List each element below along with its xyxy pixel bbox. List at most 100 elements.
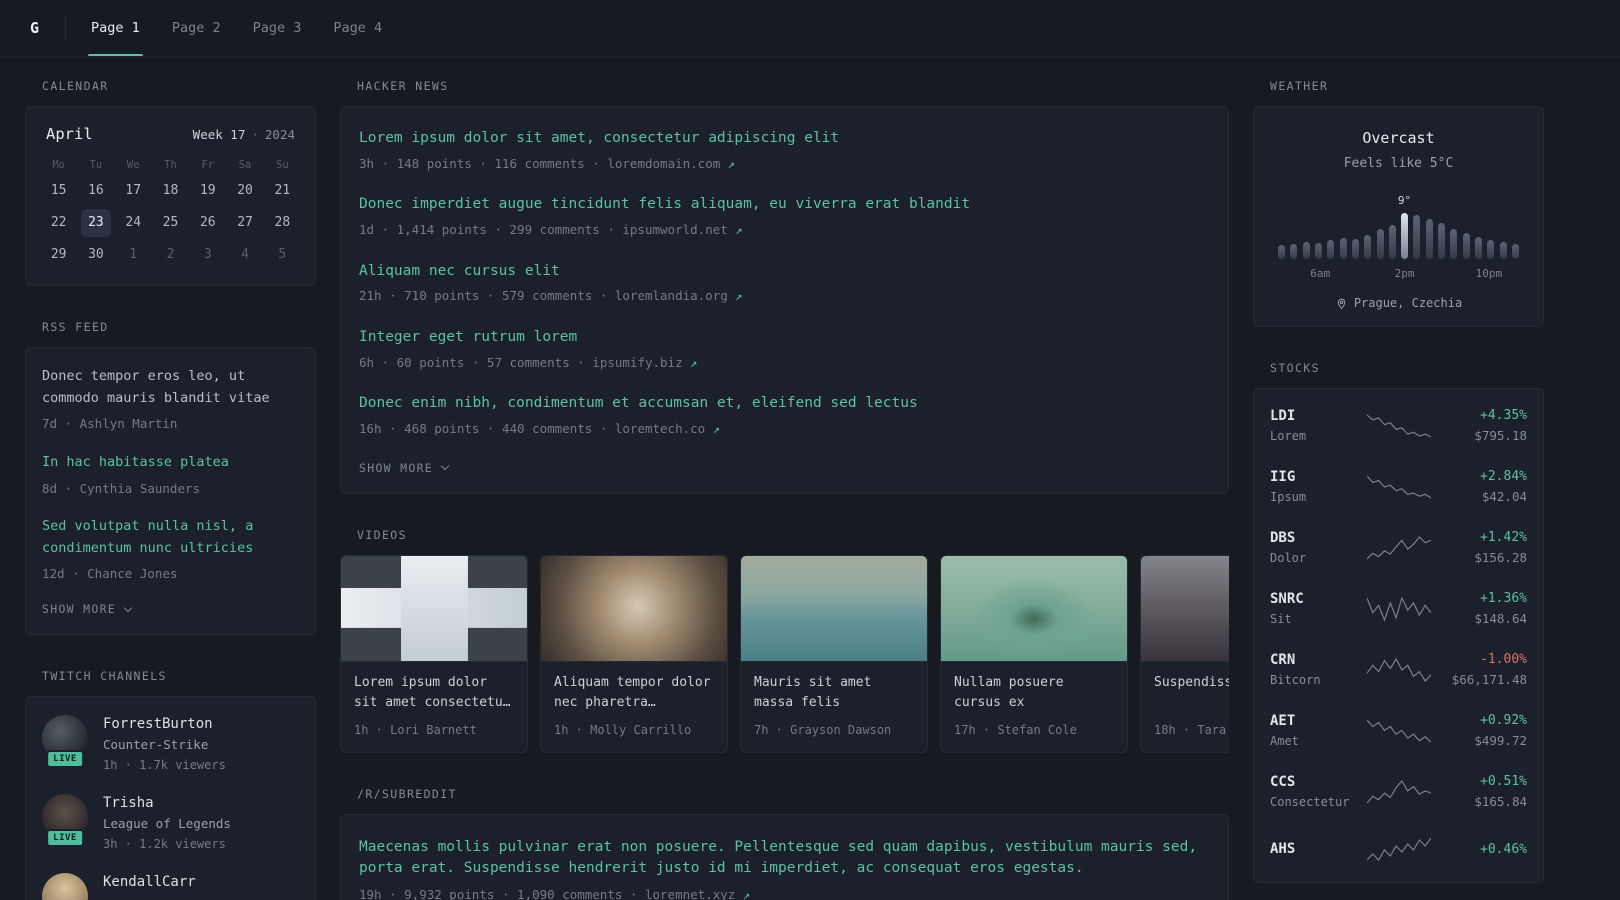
hn-item-title[interactable]: Donec imperdiet augue tincidunt felis al… <box>359 195 1210 215</box>
dashboard: CALENDAR April Week 17 · 2024 Mo Tu We Th Fr Sa… <box>0 57 1620 900</box>
weather-bar <box>1376 229 1384 259</box>
stock-row[interactable]: CCS Consectetur +0.51% $165.84 <box>1270 761 1527 822</box>
twitch-channel[interactable]: LIVE ForrestBurton Counter-Strike 1h · 1.7k… <box>42 715 299 774</box>
video-title[interactable]: Lorem ipsum dolor sit amet consectetu… <box>354 673 514 715</box>
calendar-day[interactable]: 18 <box>155 177 185 205</box>
rss-item-title[interactable]: In hac habitasse platea <box>42 452 299 474</box>
video-title[interactable]: Suspendisse diam <box>1154 673 1229 715</box>
weather-bar <box>1278 245 1285 259</box>
stock-sparkline-chart <box>1366 837 1431 861</box>
stock-identity: SNRC Sit <box>1270 591 1362 626</box>
calendar-day[interactable]: 17 <box>118 177 148 205</box>
nav-tab-2[interactable]: Page 2 <box>169 0 224 56</box>
stock-symbol: LDI <box>1270 408 1296 424</box>
calendar-day[interactable]: 15 <box>44 177 74 205</box>
item-domain-link[interactable]: loremlandia.org <box>615 288 728 303</box>
calendar-day[interactable]: 30 <box>81 241 111 269</box>
twitch-channel[interactable]: LIVE Trisha League of Legends 3h · 1.2k vie… <box>42 794 299 853</box>
hn-item-title[interactable]: Lorem ipsum dolor sit amet, consectetur … <box>359 129 1210 149</box>
video-card[interactable]: Mauris sit amet massa felis 7h · Grayson … <box>740 554 928 753</box>
chevron-down-icon <box>440 461 450 471</box>
stock-row[interactable]: DBS Dolor +1.42% $156.28 <box>1270 517 1527 578</box>
calendar-day[interactable]: 20 <box>230 177 260 205</box>
stock-price: $42.04 <box>1481 489 1527 504</box>
stock-row[interactable]: LDI Lorem +4.35% $795.18 <box>1270 395 1527 456</box>
hn-item-title[interactable]: Aliquam nec cursus elit <box>359 262 1210 282</box>
stock-change: +0.92% <box>1480 713 1527 728</box>
stock-symbol: AHS <box>1270 841 1296 857</box>
calendar-day[interactable]: 1 <box>118 241 148 269</box>
stock-row[interactable]: AET Amet +0.92% $499.72 <box>1270 700 1527 761</box>
video-title[interactable]: Mauris sit amet massa felis <box>754 673 914 715</box>
stock-row[interactable]: AHS +0.46% <box>1270 822 1527 876</box>
calendar-day[interactable]: 3 <box>193 241 223 269</box>
hackernews-show-more-button[interactable]: SHOW MORE <box>359 461 1210 475</box>
stocks-widget: STOCKS LDI Lorem +4.35% $795.18 IIG Ipsum +2.8… <box>1253 361 1544 883</box>
rss-item-title[interactable]: Donec tempor eros leo, ut commodo mauris… <box>42 366 299 409</box>
calendar-day[interactable]: 29 <box>44 241 74 269</box>
hn-item-title[interactable]: Donec enim nibh, condimentum et accumsan… <box>359 394 1210 414</box>
item-domain-link[interactable]: loremdomain.com <box>607 156 720 171</box>
calendar-day[interactable]: 23 <box>80 209 111 237</box>
location-pin-icon <box>1337 298 1346 309</box>
external-link-icon: ↗ <box>735 222 743 237</box>
weather-bar <box>1290 244 1298 259</box>
calendar-day[interactable]: 19 <box>193 177 223 205</box>
stock-row[interactable]: SNRC Sit +1.36% $148.64 <box>1270 578 1527 639</box>
nav-tab-1[interactable]: Page 1 <box>88 0 143 56</box>
weather-bar <box>1462 233 1470 259</box>
calendar-day[interactable]: 5 <box>267 241 297 269</box>
stock-name: Ipsum <box>1270 490 1307 504</box>
video-card[interactable]: Lorem ipsum dolor sit amet consectetu… 1h… <box>340 554 528 753</box>
nav-tab-4[interactable]: Page 4 <box>330 0 385 56</box>
calendar-day[interactable]: 22 <box>44 209 74 237</box>
stock-row[interactable]: CRN Bitcorn -1.00% $66,171.48 <box>1270 639 1527 700</box>
twitch-channel-name[interactable]: KendallCarr <box>103 874 196 890</box>
video-card[interactable]: Nullam posuere cursus ex 17h · Stefan Col… <box>940 554 1128 753</box>
twitch-channel-name[interactable]: ForrestBurton <box>103 716 226 732</box>
twitch-channel-info: KendallCarr <box>103 873 196 890</box>
calendar-day[interactable]: 27 <box>230 209 260 237</box>
calendar-day[interactable]: 2 <box>155 241 185 269</box>
video-title[interactable]: Aliquam tempor dolor nec pharetra… <box>554 673 714 715</box>
stock-sparkline <box>1362 656 1435 684</box>
stock-symbol: CRN <box>1270 652 1296 668</box>
top-nav: G Page 1 Page 2 Page 3 Page 4 <box>0 0 1620 57</box>
calendar-day[interactable]: 28 <box>267 209 297 237</box>
video-card[interactable]: Aliquam tempor dolor nec pharetra… 1h · M… <box>540 554 728 753</box>
hn-item-title[interactable]: Integer eget rutrum lorem <box>359 328 1210 348</box>
stock-symbol: AET <box>1270 713 1296 729</box>
twitch-channel[interactable]: LIVE KendallCarr <box>42 873 299 900</box>
calendar-dow-label: Mo <box>52 159 65 171</box>
calendar-day[interactable]: 4 <box>230 241 260 269</box>
rss-card: Donec tempor eros leo, ut commodo mauris… <box>25 347 316 636</box>
stock-row[interactable]: IIG Ipsum +2.84% $42.04 <box>1270 456 1527 517</box>
subreddit-post-title[interactable]: Maecenas mollis pulvinar erat non posuer… <box>359 837 1210 881</box>
weather-bar <box>1511 244 1519 259</box>
nav-tab-3[interactable]: Page 3 <box>250 0 305 56</box>
calendar-day[interactable]: 26 <box>193 209 223 237</box>
stock-sparkline <box>1362 717 1435 745</box>
rss-item: In hac habitasse platea 8d · Cynthia Saun… <box>42 452 299 498</box>
stock-change: -1.00% <box>1480 652 1527 667</box>
item-domain-link[interactable]: ipsumworld.net <box>622 222 727 237</box>
calendar-day[interactable]: 25 <box>155 209 185 237</box>
stock-sparkline <box>1362 835 1435 863</box>
video-thumbnail <box>741 555 927 662</box>
video-card[interactable]: Suspendisse diam 18h · Tara <box>1140 554 1229 753</box>
item-domain-link[interactable]: ipsumify.biz <box>592 355 682 370</box>
calendar-day[interactable]: 16 <box>81 177 111 205</box>
item-domain-link[interactable]: loremtech.co <box>615 421 705 436</box>
app-logo[interactable]: G <box>26 0 43 56</box>
calendar-day[interactable]: 24 <box>118 209 148 237</box>
item-domain-link[interactable]: loremnet.xyz <box>645 887 735 900</box>
stock-change: +1.42% <box>1480 530 1527 545</box>
weather-bar <box>1339 238 1347 259</box>
rss-show-more-button[interactable]: SHOW MORE <box>42 602 299 616</box>
calendar-day[interactable]: 21 <box>267 177 297 205</box>
video-title[interactable]: Nullam posuere cursus ex <box>954 673 1114 715</box>
rss-item-title[interactable]: Sed volutpat nulla nisl, a condimentum n… <box>42 516 299 559</box>
twitch-channel-name[interactable]: Trisha <box>103 795 231 811</box>
stock-sparkline-chart <box>1366 414 1431 438</box>
twitch-channel-info: ForrestBurton Counter-Strike 1h · 1.7k vie… <box>103 715 226 774</box>
